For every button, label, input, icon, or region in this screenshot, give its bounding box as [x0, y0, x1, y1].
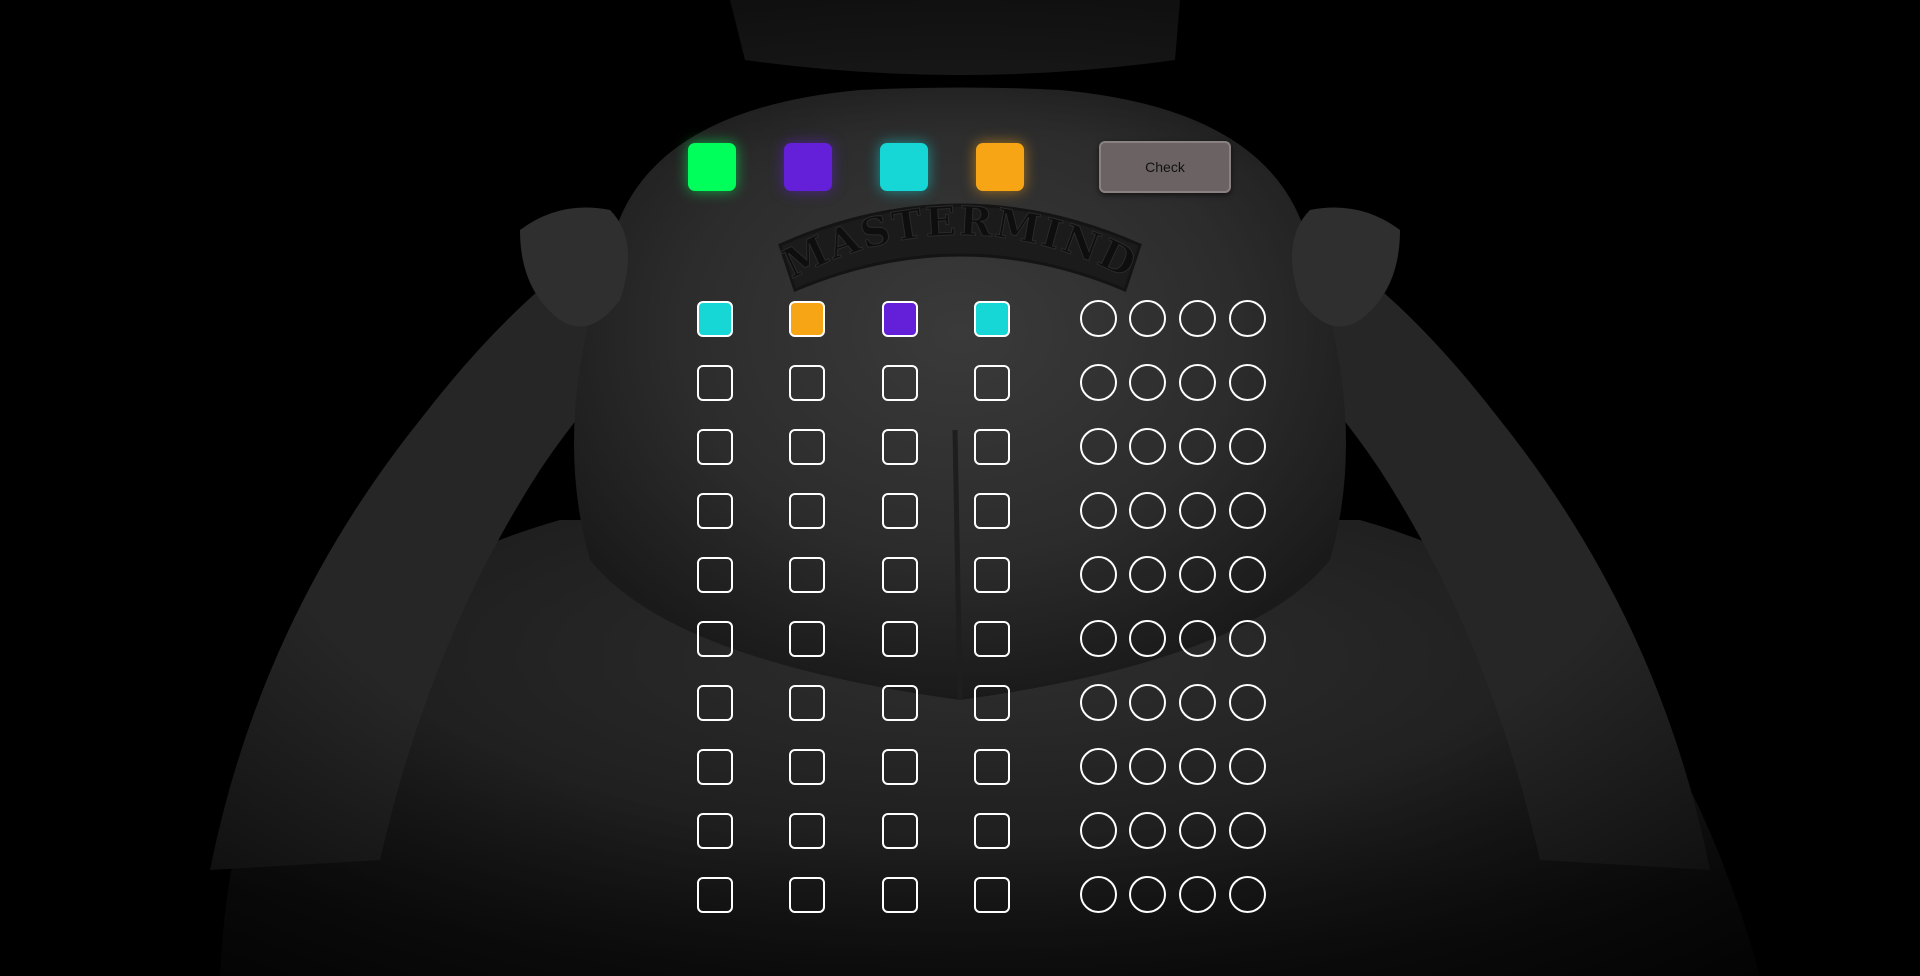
feedback-peg [1229, 364, 1266, 401]
feedback-peg [1129, 364, 1166, 401]
feedback-peg [1229, 748, 1266, 785]
guess-slot[interactable] [789, 813, 825, 849]
guess-slot[interactable] [974, 429, 1010, 465]
guess-slot[interactable] [789, 365, 825, 401]
guess-slot[interactable] [789, 557, 825, 593]
feedback-peg [1229, 812, 1266, 849]
guess-slot[interactable] [882, 365, 918, 401]
feedback-peg [1229, 428, 1266, 465]
guess-slot[interactable] [697, 813, 733, 849]
guess-slot[interactable] [974, 749, 1010, 785]
feedback-peg [1229, 876, 1266, 913]
palette-swatch-cyan[interactable] [880, 143, 928, 191]
guess-slot[interactable] [789, 493, 825, 529]
guess-slot[interactable] [882, 877, 918, 913]
guess-slot[interactable] [974, 365, 1010, 401]
feedback-peg [1179, 876, 1216, 913]
feedback-peg [1080, 748, 1117, 785]
guess-slot[interactable] [697, 365, 733, 401]
guess-slot[interactable] [789, 749, 825, 785]
palette-swatch-green[interactable] [688, 143, 736, 191]
hooded-figure-background [0, 0, 1920, 976]
guess-slot[interactable] [882, 557, 918, 593]
guess-slot[interactable] [882, 749, 918, 785]
guess-slot[interactable] [697, 749, 733, 785]
feedback-peg [1080, 620, 1117, 657]
guess-slot[interactable] [697, 621, 733, 657]
guess-slot[interactable] [697, 429, 733, 465]
palette-swatch-purple[interactable] [784, 143, 832, 191]
guess-slot[interactable] [789, 429, 825, 465]
feedback-peg [1179, 812, 1216, 849]
feedback-peg [1179, 364, 1216, 401]
feedback-peg [1080, 492, 1117, 529]
guess-slot[interactable] [974, 685, 1010, 721]
guess-slot[interactable] [882, 621, 918, 657]
guess-slot[interactable] [882, 813, 918, 849]
guess-slot[interactable] [789, 621, 825, 657]
guess-slot[interactable] [882, 429, 918, 465]
guess-slot[interactable] [974, 621, 1010, 657]
feedback-peg [1129, 748, 1166, 785]
feedback-peg [1179, 684, 1216, 721]
game-stage: MASTERMIND Check [0, 0, 1920, 976]
feedback-peg [1229, 300, 1266, 337]
guess-slot[interactable] [974, 493, 1010, 529]
feedback-peg [1179, 620, 1216, 657]
guess-slot[interactable] [882, 493, 918, 529]
feedback-peg [1229, 556, 1266, 593]
feedback-peg [1080, 364, 1117, 401]
guess-slot[interactable] [882, 301, 918, 337]
guess-slot[interactable] [697, 493, 733, 529]
feedback-peg [1129, 300, 1166, 337]
guess-slot[interactable] [974, 813, 1010, 849]
feedback-peg [1080, 300, 1117, 337]
feedback-peg [1129, 556, 1166, 593]
palette-swatch-orange[interactable] [976, 143, 1024, 191]
guess-slot[interactable] [882, 685, 918, 721]
guess-slot[interactable] [697, 685, 733, 721]
feedback-peg [1080, 428, 1117, 465]
feedback-peg [1179, 556, 1216, 593]
feedback-peg [1129, 684, 1166, 721]
guess-slot[interactable] [789, 685, 825, 721]
feedback-peg [1179, 748, 1216, 785]
guess-slot[interactable] [697, 877, 733, 913]
feedback-peg [1179, 428, 1216, 465]
feedback-peg [1129, 812, 1166, 849]
feedback-peg [1129, 876, 1166, 913]
feedback-peg [1229, 620, 1266, 657]
feedback-peg [1080, 812, 1117, 849]
guess-slot[interactable] [789, 877, 825, 913]
feedback-peg [1129, 620, 1166, 657]
guess-slot[interactable] [974, 877, 1010, 913]
feedback-peg [1080, 684, 1117, 721]
guess-slot[interactable] [974, 301, 1010, 337]
feedback-peg [1179, 300, 1216, 337]
feedback-peg [1229, 684, 1266, 721]
guess-slot[interactable] [697, 301, 733, 337]
guess-slot[interactable] [789, 301, 825, 337]
guess-slot[interactable] [974, 557, 1010, 593]
feedback-peg [1229, 492, 1266, 529]
feedback-peg [1080, 556, 1117, 593]
feedback-peg [1179, 492, 1216, 529]
check-button[interactable]: Check [1099, 141, 1231, 193]
feedback-peg [1129, 428, 1166, 465]
guess-slot[interactable] [697, 557, 733, 593]
feedback-peg [1080, 876, 1117, 913]
feedback-peg [1129, 492, 1166, 529]
